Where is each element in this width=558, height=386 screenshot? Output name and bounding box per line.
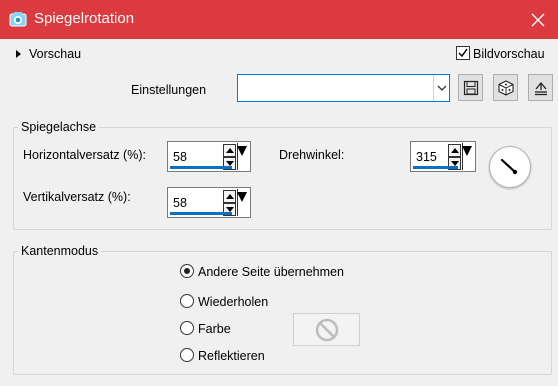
settings-dropdown[interactable] [237,74,450,102]
vertical-offset-value[interactable]: 58 [173,196,187,210]
chevron-right-icon [16,50,21,58]
horizontal-offset-spinner[interactable]: 58 [167,141,251,172]
title-bar: Spiegelrotation [0,0,558,39]
horizontal-offset-label: Horizontalversatz (%): [23,148,146,162]
bildvorschau-checkbox[interactable] [456,46,470,60]
slider-handle[interactable] [237,143,249,170]
bildvorschau-label: Bildvorschau [473,47,545,61]
rotation-label: Drehwinkel: [279,148,345,162]
value-underline [413,166,458,169]
reset-button[interactable] [528,74,553,101]
rotation-dial[interactable] [489,146,531,188]
preview-toggle[interactable]: Vorschau [14,47,104,63]
mirror-axis-title: Spiegelachse [18,120,100,134]
radio-color[interactable] [180,321,194,335]
rotation-spinner[interactable]: 315 [410,141,476,172]
radio-other-side[interactable] [180,264,194,278]
checkmark-icon [458,48,468,58]
no-entry-icon [315,318,339,342]
vertical-offset-label: Vertikalversatz (%): [23,190,131,204]
radio-other-side-label[interactable]: Andere Seite übernehmen [198,265,344,279]
radio-repeat-label[interactable]: Wiederholen [198,295,268,309]
value-underline [170,212,232,215]
dial-needle-icon [500,158,518,175]
preview-label: Vorschau [29,47,82,61]
radio-reflect-label[interactable]: Reflektieren [198,349,265,363]
chevron-down-icon [437,85,447,91]
radio-reflect[interactable] [180,348,194,362]
randomize-button[interactable] [493,74,518,101]
dropdown-arrow[interactable] [433,75,449,101]
slider-arrow-icon [462,146,472,156]
increment-button[interactable] [223,144,236,157]
close-icon[interactable] [528,8,548,30]
window-title: Spiegelrotation [34,10,135,27]
edge-mode-title: Kantenmodus [18,244,102,258]
reset-icon [535,81,547,96]
save-preset-button[interactable] [458,74,483,101]
camera-icon [9,12,27,27]
color-swatch-disabled[interactable] [293,313,360,346]
slider-handle[interactable] [462,143,474,170]
slider-arrow-icon [237,192,247,202]
horizontal-offset-value[interactable]: 58 [173,150,187,164]
rotation-value[interactable]: 315 [416,150,437,164]
value-underline [170,166,232,169]
increment-button[interactable] [448,144,461,157]
radio-color-label[interactable]: Farbe [198,322,231,336]
increment-button[interactable] [223,190,236,203]
settings-label: Einstellungen [131,83,207,97]
randomize-dice-icon [498,80,514,96]
slider-arrow-icon [237,146,247,156]
slider-handle[interactable] [237,189,249,216]
vertical-offset-spinner[interactable]: 58 [167,187,251,218]
radio-repeat[interactable] [180,294,194,308]
save-preset-icon [463,80,479,96]
